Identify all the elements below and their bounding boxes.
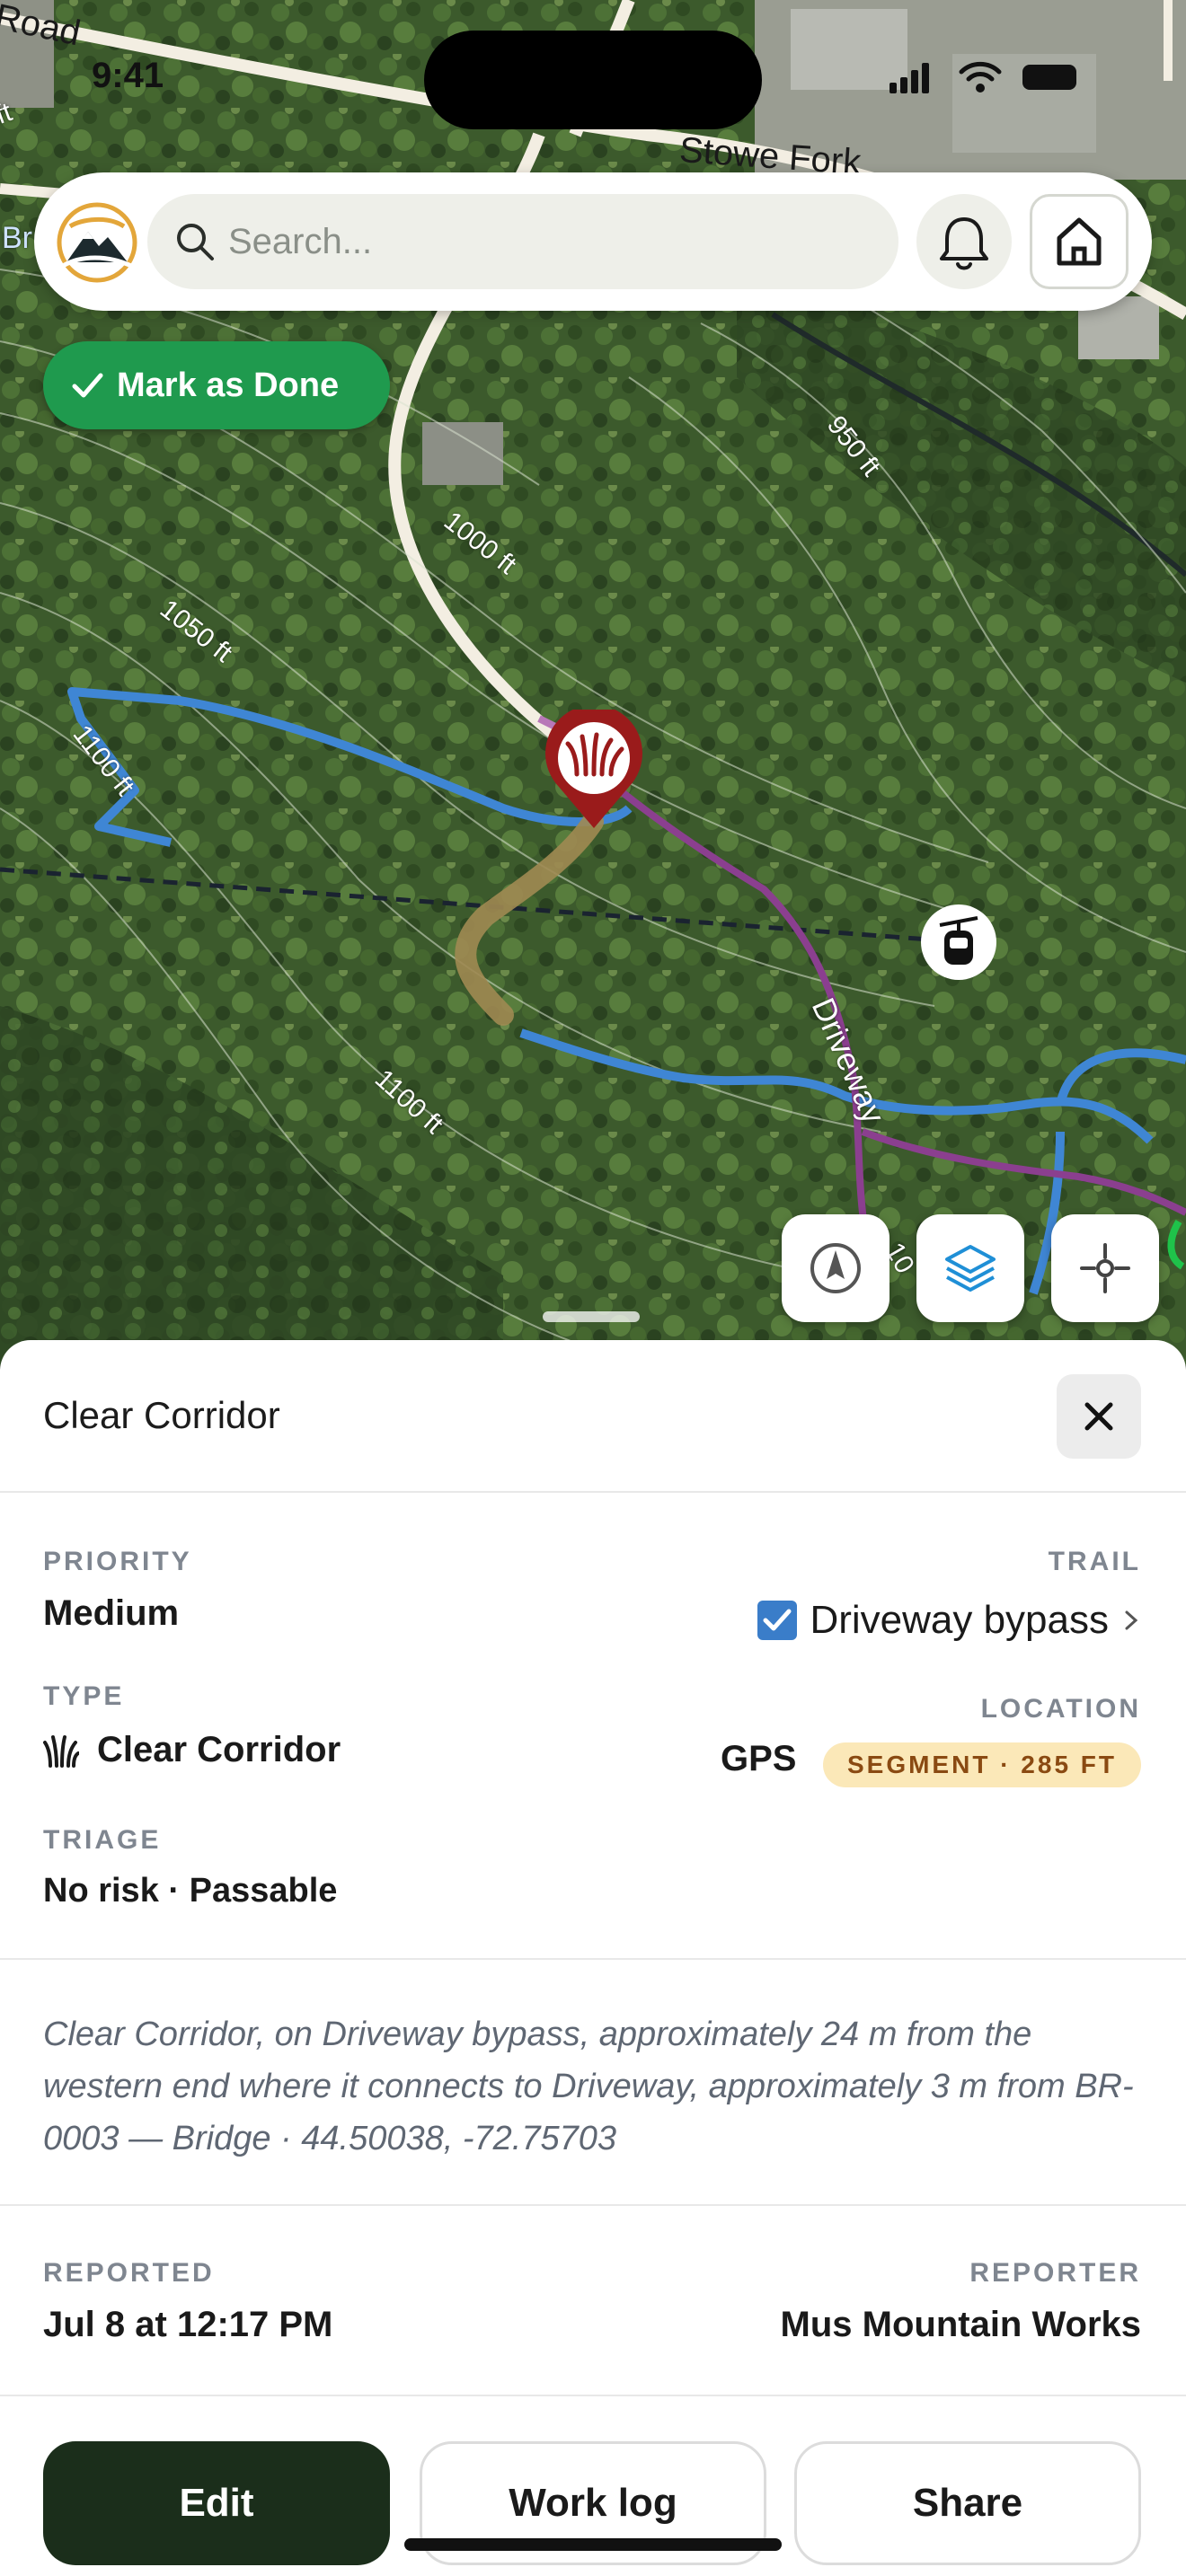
grass-icon (43, 1735, 79, 1768)
divider (0, 2395, 1186, 2396)
notifications-button[interactable] (916, 194, 1012, 289)
type-value: Clear Corridor (97, 1730, 341, 1769)
checkmark-icon (72, 373, 103, 398)
signal-icon (890, 63, 929, 93)
trail-label: TRAIL (1048, 1547, 1141, 1576)
sheet-title: Clear Corridor (43, 1394, 280, 1436)
mark-as-done-label: Mark as Done (117, 366, 340, 404)
priority-value: Medium (43, 1593, 180, 1633)
trail-value: Driveway bypass (810, 1598, 1109, 1642)
compass-icon (810, 1243, 861, 1293)
layers-icon (945, 1245, 996, 1292)
issue-marker[interactable] (541, 710, 647, 830)
mountain-logo-icon (57, 202, 137, 283)
search-icon (177, 224, 214, 260)
map-view[interactable]: Road Stowe Fork Br ft 950 ft 1000 ft 105… (0, 0, 1186, 1365)
triage-label: TRIAGE (43, 1825, 162, 1855)
wifi-icon (959, 61, 1002, 82)
close-button[interactable] (1057, 1374, 1141, 1459)
top-search-bar (34, 172, 1152, 311)
type-label: TYPE (43, 1681, 125, 1711)
divider (0, 1491, 1186, 1493)
segment-badge: SEGMENT · 285 FT (823, 1742, 1141, 1787)
reporter-value: Mus Mountain Works (780, 2305, 1141, 2344)
battery-icon (1022, 65, 1076, 90)
reported-label: REPORTED (43, 2258, 215, 2288)
issue-description: Clear Corridor, on Driveway bypass, appr… (43, 2016, 1134, 2157)
mark-as-done-button[interactable]: Mark as Done (43, 341, 390, 429)
gondola-icon[interactable] (920, 904, 997, 981)
compass-button[interactable] (782, 1214, 890, 1322)
road-label: Br (2, 221, 32, 255)
reporter-label: REPORTER (969, 2258, 1141, 2288)
chevron-right-icon (1125, 1610, 1138, 1630)
location-value: GPS (721, 1739, 797, 1778)
search-input[interactable] (228, 212, 857, 271)
crosshair-icon (1080, 1243, 1130, 1293)
divider (0, 1958, 1186, 1960)
trail-link[interactable]: Driveway bypass (757, 1595, 1141, 1645)
priority-label: PRIORITY (43, 1547, 192, 1576)
edit-button[interactable]: Edit (43, 2441, 390, 2565)
status-time: 9:41 (92, 56, 164, 95)
home-indicator (404, 2538, 782, 2551)
sheet-grabber[interactable] (543, 1311, 640, 1322)
layers-button[interactable] (916, 1214, 1024, 1322)
reported-value: Jul 8 at 12:17 PM (43, 2305, 333, 2344)
search-field[interactable] (147, 194, 898, 289)
location-label: LOCATION (980, 1694, 1141, 1724)
triage-value: No risk · Passable (43, 1872, 338, 1910)
divider (0, 2204, 1186, 2206)
share-button[interactable]: Share (794, 2441, 1141, 2565)
trail-checkbox-icon (757, 1601, 798, 1640)
app-logo[interactable] (54, 199, 140, 286)
close-icon (1084, 1402, 1113, 1431)
home-icon (1057, 217, 1102, 266)
dynamic-island (424, 31, 762, 129)
status-icons (890, 61, 1076, 93)
home-button[interactable] (1030, 194, 1128, 289)
bell-icon (940, 217, 988, 270)
locate-button[interactable] (1051, 1214, 1159, 1322)
